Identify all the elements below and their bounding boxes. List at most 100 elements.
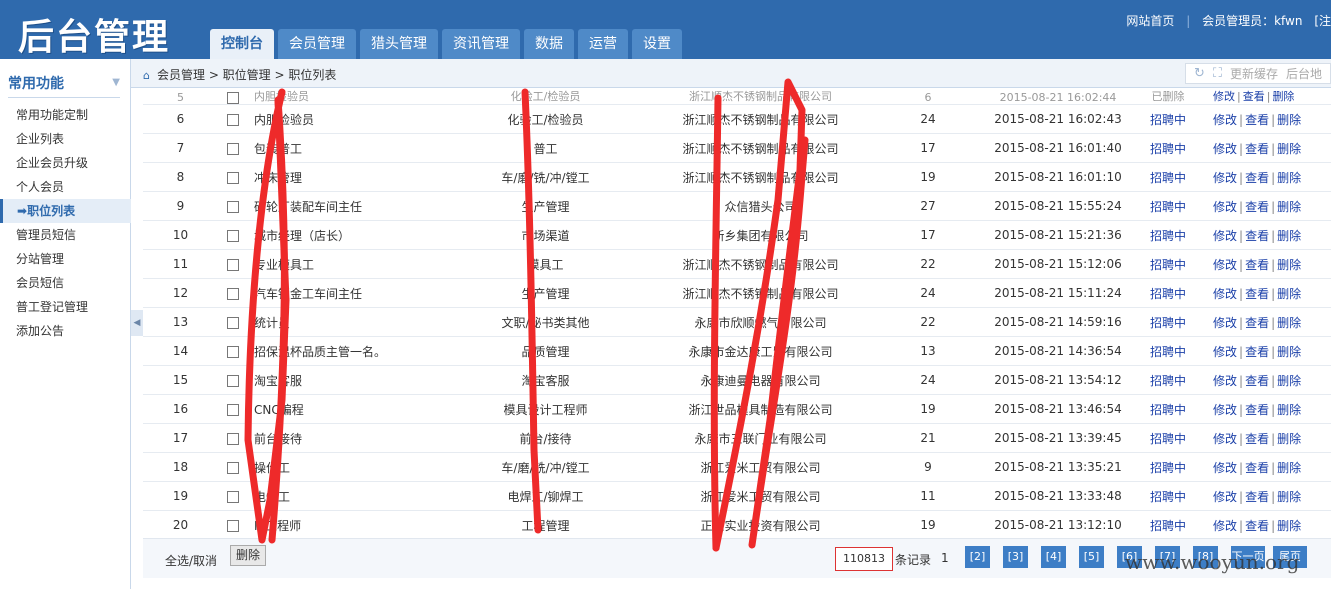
delete-link[interactable]: 删除: [1277, 316, 1301, 330]
delete-link[interactable]: 删除: [1277, 113, 1301, 127]
edit-link[interactable]: 修改: [1213, 287, 1237, 301]
sidebar-item-company-upgrade[interactable]: 企业会员升级: [0, 151, 131, 175]
delete-link[interactable]: 删除: [1277, 490, 1301, 504]
job-title[interactable]: 城市经理（店长）: [248, 220, 443, 250]
view-link[interactable]: 查看: [1245, 403, 1269, 417]
company-name[interactable]: 永康迪曼电器有限公司: [648, 365, 873, 395]
row-checkbox[interactable]: [227, 287, 239, 300]
job-title[interactable]: CNC编程: [248, 394, 443, 424]
edit-link[interactable]: 修改: [1213, 432, 1237, 446]
chevron-down-icon[interactable]: ▼: [112, 77, 120, 88]
refresh-icon[interactable]: ↻: [1194, 66, 1205, 81]
sidebar-collapse-handle[interactable]: ◀: [131, 310, 143, 336]
delete-link[interactable]: 删除: [1277, 171, 1301, 185]
company-name[interactable]: 浙江顺杰不锈钢制品有限公司: [648, 249, 873, 279]
job-title[interactable]: 操作工: [248, 452, 443, 482]
page-link-2[interactable]: [2]: [965, 546, 990, 568]
view-link[interactable]: 查看: [1245, 287, 1269, 301]
view-link[interactable]: 查看: [1245, 519, 1269, 533]
delete-link[interactable]: 删除: [1277, 229, 1301, 243]
edit-link[interactable]: 修改: [1213, 171, 1237, 185]
page-link-3[interactable]: [3]: [1003, 546, 1028, 568]
company-name[interactable]: 浙江爱米工贸有限公司: [648, 452, 873, 482]
view-link[interactable]: 查看: [1243, 90, 1265, 103]
company-name[interactable]: 浙江世品模具制造有限公司: [648, 394, 873, 424]
edit-link[interactable]: 修改: [1213, 490, 1237, 504]
company-name[interactable]: 浙江顺杰不锈钢制品有限公司: [648, 104, 873, 134]
edit-link[interactable]: 修改: [1213, 519, 1237, 533]
edit-link[interactable]: 修改: [1213, 90, 1235, 103]
page-link-5[interactable]: [5]: [1079, 546, 1104, 568]
view-link[interactable]: 查看: [1245, 142, 1269, 156]
job-title[interactable]: 统计员: [248, 307, 443, 337]
delete-link[interactable]: 删除: [1277, 142, 1301, 156]
edit-link[interactable]: 修改: [1213, 461, 1237, 475]
company-name[interactable]: 浙江顺杰不锈钢制品有限公司: [648, 278, 873, 308]
row-checkbox[interactable]: [227, 200, 239, 213]
job-title[interactable]: 淘宝客服: [248, 365, 443, 395]
job-title[interactable]: 包装普工: [248, 133, 443, 163]
view-link[interactable]: 查看: [1245, 345, 1269, 359]
job-title[interactable]: 内胆检验员: [248, 88, 443, 105]
row-checkbox[interactable]: [227, 229, 239, 242]
bulk-delete-button[interactable]: 删除: [230, 545, 267, 566]
refresh-cache-button[interactable]: 更新缓存: [1230, 65, 1278, 82]
view-link[interactable]: 查看: [1245, 461, 1269, 475]
tab-news-management[interactable]: 资讯管理: [442, 29, 520, 59]
row-checkbox[interactable]: [227, 519, 239, 532]
view-link[interactable]: 查看: [1245, 374, 1269, 388]
tab-headhunter-management[interactable]: 猎头管理: [360, 29, 438, 59]
delete-link[interactable]: 删除: [1277, 374, 1301, 388]
view-link[interactable]: 查看: [1245, 432, 1269, 446]
edit-link[interactable]: 修改: [1213, 229, 1237, 243]
sidebar-item-custom-functions[interactable]: 常用功能定制: [0, 103, 131, 127]
sidebar-item-job-list[interactable]: ➡职位列表: [0, 199, 131, 223]
row-checkbox[interactable]: [227, 403, 239, 416]
company-name[interactable]: 浙江顺杰不锈钢制品有限公司: [648, 133, 873, 163]
sidebar-item-substation[interactable]: 分站管理: [0, 247, 131, 271]
view-link[interactable]: 查看: [1245, 200, 1269, 214]
job-title[interactable]: 专业模具工: [248, 249, 443, 279]
delete-link[interactable]: 删除: [1277, 432, 1301, 446]
row-checkbox[interactable]: [227, 345, 239, 358]
sidebar-item-personal-members[interactable]: 个人会员: [0, 175, 131, 199]
row-checkbox[interactable]: [227, 258, 239, 271]
company-name[interactable]: 永康市金达康工贸有限公司: [648, 336, 873, 366]
company-name[interactable]: 永康市欣顺燃气有限公司: [648, 307, 873, 337]
company-name[interactable]: 众信猎头公司: [648, 191, 873, 221]
sidebar-item-add-notice[interactable]: 添加公告: [0, 319, 131, 343]
select-all-toggle[interactable]: 全选/取消: [165, 552, 217, 569]
delete-link[interactable]: 删除: [1272, 90, 1294, 103]
delete-link[interactable]: 删除: [1277, 287, 1301, 301]
row-checkbox[interactable]: [227, 142, 239, 155]
sidebar-item-admin-sms[interactable]: 管理员短信: [0, 223, 131, 247]
job-title[interactable]: 招保温杯品质主管一名。: [248, 336, 443, 366]
view-link[interactable]: 查看: [1245, 490, 1269, 504]
sidebar-title[interactable]: 常用功能 ▼: [8, 73, 120, 98]
company-name[interactable]: 永康市三联门业有限公司: [648, 423, 873, 453]
row-checkbox[interactable]: [227, 171, 239, 184]
company-name[interactable]: 正阳实业投资有限公司: [648, 510, 873, 540]
edit-link[interactable]: 修改: [1213, 113, 1237, 127]
row-checkbox[interactable]: [227, 432, 239, 445]
sidebar-item-worker-registration[interactable]: 普工登记管理: [0, 295, 131, 319]
edit-link[interactable]: 修改: [1213, 403, 1237, 417]
job-title[interactable]: 内胆检验员: [248, 104, 443, 134]
row-checkbox[interactable]: [227, 461, 239, 474]
edit-link[interactable]: 修改: [1213, 258, 1237, 272]
tab-console[interactable]: 控制台: [210, 29, 274, 59]
job-title[interactable]: 砂轮厂装配车间主任: [248, 191, 443, 221]
job-title[interactable]: 汽车钣金工车间主任: [248, 278, 443, 308]
tab-settings[interactable]: 设置: [632, 29, 682, 59]
company-name[interactable]: 浙江顺杰不锈钢制品有限公司: [648, 162, 873, 192]
backend-address-button[interactable]: 后台地: [1286, 65, 1322, 82]
view-link[interactable]: 查看: [1245, 316, 1269, 330]
view-link[interactable]: 查看: [1245, 258, 1269, 272]
job-title[interactable]: IE工程师: [248, 510, 443, 540]
edit-link[interactable]: 修改: [1213, 316, 1237, 330]
tab-member-management[interactable]: 会员管理: [278, 29, 356, 59]
edit-link[interactable]: 修改: [1213, 200, 1237, 214]
delete-link[interactable]: 删除: [1277, 403, 1301, 417]
page-link-4[interactable]: [4]: [1041, 546, 1066, 568]
row-checkbox[interactable]: [227, 374, 239, 387]
